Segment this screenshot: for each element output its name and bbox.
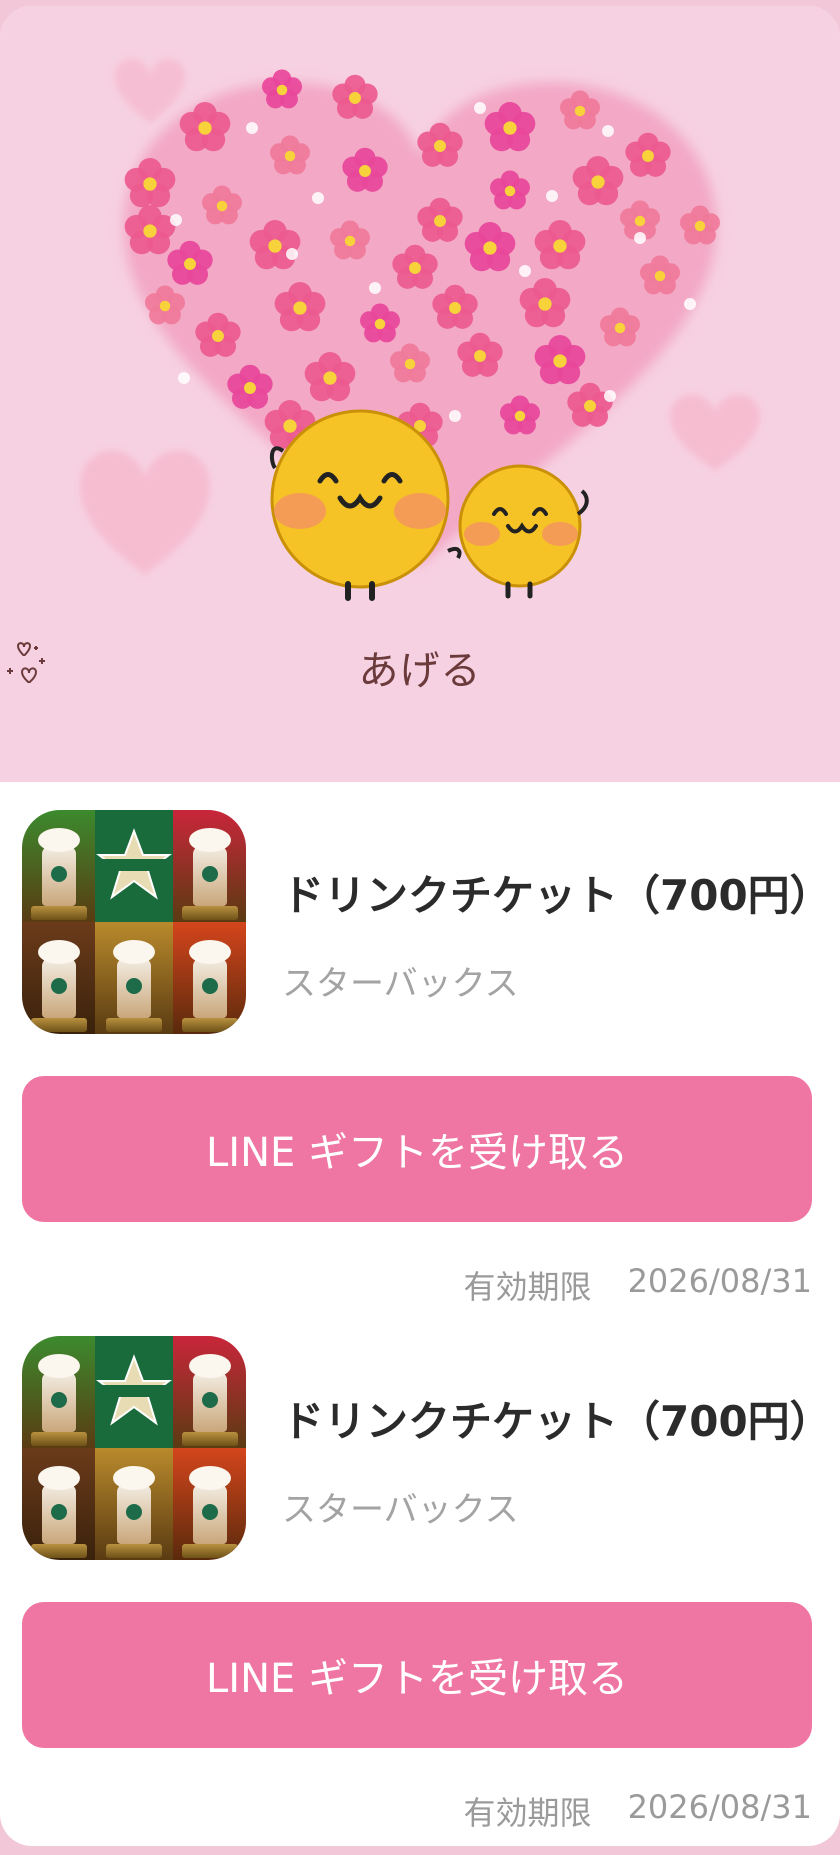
expiry-info: 有効期限 2026/08/31	[464, 1262, 812, 1308]
small-heart-icon	[670, 394, 760, 471]
small-heart-icon	[115, 59, 185, 124]
receive-gift-button[interactable]: LINE ギフトを受け取る	[22, 1076, 812, 1222]
expiry-date: 2026/08/31	[627, 1788, 812, 1826]
banner-caption: あげる	[0, 638, 840, 696]
gift-name: ドリンクチケット（700円）	[282, 1397, 832, 1446]
gift-brand: スターバックス	[282, 964, 519, 1004]
banner-caption-text: あげる	[358, 648, 482, 694]
flower-icon	[332, 74, 378, 119]
small-heart-icon	[80, 450, 210, 576]
gift-brand: スターバックス	[282, 1490, 519, 1530]
star-badge-icon	[96, 828, 172, 900]
small-character-icon	[458, 464, 589, 599]
gift-message-banner: あげる	[0, 6, 840, 782]
receive-gift-button[interactable]: LINE ギフトを受け取る	[22, 1602, 812, 1748]
sparkle-hearts-icon	[7, 642, 45, 684]
flower-icon	[262, 69, 302, 109]
expiry-label: 有効期限	[463, 1794, 592, 1832]
gift-thumbnail	[22, 810, 246, 1034]
star-badge-icon	[96, 1354, 172, 1426]
gift-card: あげる ドリンクチケット（700円） スターバックス LINE ギフトを受け取る…	[0, 6, 840, 1846]
expiry-date: 2026/08/31	[627, 1262, 812, 1300]
expiry-info: 有効期限 2026/08/31	[464, 1788, 812, 1834]
expiry-label: 有効期限	[463, 1268, 592, 1306]
gift-name: ドリンクチケット（700円）	[282, 871, 832, 920]
gift-thumbnail	[22, 1336, 246, 1560]
